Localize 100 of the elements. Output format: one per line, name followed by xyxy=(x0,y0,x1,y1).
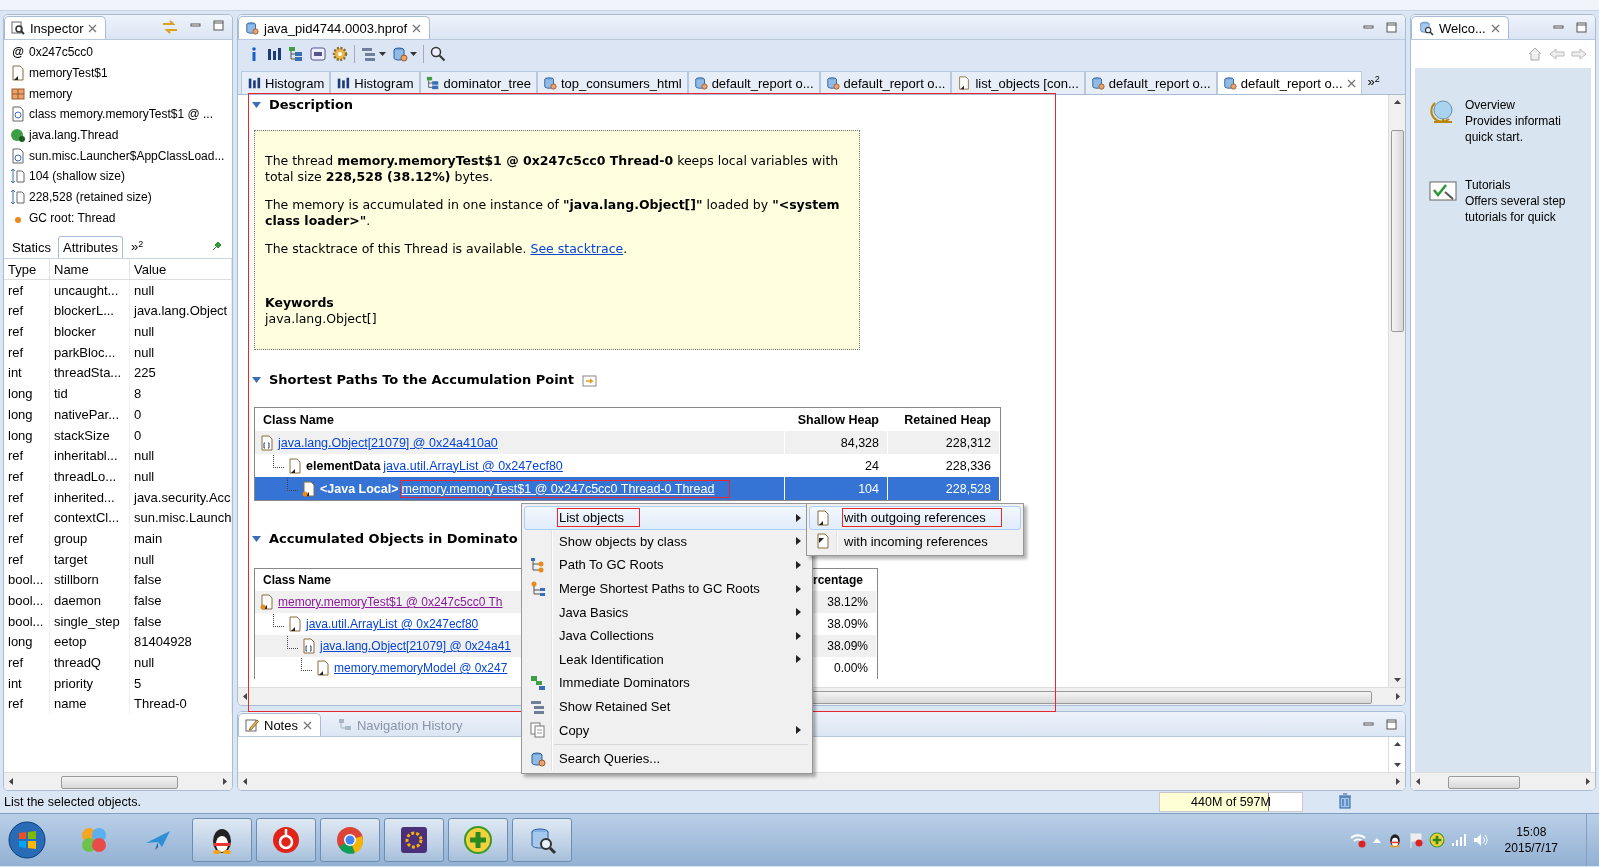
editor-tab[interactable]: java_pid4744.0003.hprof xyxy=(238,16,431,39)
column-header[interactable]: Value xyxy=(130,259,232,280)
start-button[interactable] xyxy=(8,821,46,859)
menu-item[interactable]: with incoming references xyxy=(809,529,1021,554)
taskbar-app[interactable] xyxy=(384,818,444,862)
maximize-icon[interactable] xyxy=(1386,21,1397,33)
menu-item[interactable]: Search Queries... xyxy=(524,746,810,771)
scroll-right-icon[interactable] xyxy=(1584,778,1591,785)
home-icon[interactable] xyxy=(1527,46,1543,62)
close-icon[interactable] xyxy=(1490,23,1500,33)
submenu-arrow-icon xyxy=(796,608,801,617)
menu-item[interactable]: with outgoing references xyxy=(809,506,1021,530)
menu-item[interactable]: Copy xyxy=(524,718,810,742)
taskbar-app[interactable] xyxy=(512,818,572,862)
panel-tab[interactable]: Statics xyxy=(7,236,56,259)
scrollbar-thumb[interactable] xyxy=(810,691,1372,704)
clock-date[interactable]: 2015/7/17 xyxy=(1504,840,1558,856)
object-link[interactable]: memory.memoryTest$1 @ 0x247c5cc0 Thread-0 Thread xyxy=(401,481,729,496)
clock-time[interactable]: 15:08 xyxy=(1516,824,1547,840)
object-link[interactable]: java.util.ArrayList @ 0x247ecf80 xyxy=(383,458,563,473)
table-cell: threadQ xyxy=(50,652,130,673)
object-link[interactable]: memory.memoryTest$1 @ 0x247c5cc0 Th xyxy=(278,595,503,609)
search-icon[interactable] xyxy=(430,46,446,62)
scrollbar-thumb[interactable] xyxy=(61,776,178,789)
section-heading[interactable]: Shortest Paths To the Accumulation Point xyxy=(269,372,575,387)
stacktrace-link[interactable]: See stacktrace xyxy=(530,241,624,256)
object-link[interactable]: java.lang.Object[21079] @ 0x24a41 xyxy=(320,639,511,653)
maximize-icon[interactable] xyxy=(213,20,224,31)
maximize-icon[interactable] xyxy=(1386,718,1397,730)
column-header[interactable]: Type xyxy=(4,259,50,280)
export-icon[interactable] xyxy=(582,372,599,387)
trash-icon[interactable] xyxy=(1338,793,1352,809)
welcome-tab[interactable]: Welco... xyxy=(1411,16,1509,39)
gear-icon[interactable] xyxy=(332,46,348,62)
table-row[interactable]: java.lang.Object[21079] @ 0x24a410a0 84,328 228,312 xyxy=(255,431,1000,454)
collapse-icon[interactable] xyxy=(252,376,261,383)
section-heading[interactable]: Accumulated Objects in Dominato xyxy=(269,531,518,546)
scroll-left-icon[interactable] xyxy=(242,778,249,785)
scrollbar-thumb[interactable] xyxy=(1448,776,1520,789)
menu-item[interactable]: Java Collections xyxy=(524,623,810,648)
welcome-link[interactable]: Tutorials xyxy=(1465,178,1566,192)
bar-chart-icon xyxy=(336,76,351,90)
dropdown-icon[interactable] xyxy=(410,51,417,57)
scroll-right-icon[interactable] xyxy=(1394,693,1401,700)
table-cell: stillborn xyxy=(50,569,130,591)
scroll-left-icon[interactable] xyxy=(1415,778,1422,785)
collapse-icon[interactable] xyxy=(252,535,261,542)
inspector-tab[interactable]: Inspector xyxy=(4,16,107,39)
section-heading[interactable]: Description xyxy=(269,97,354,112)
menu-item[interactable]: Show objects by class xyxy=(524,529,810,554)
menu-item[interactable]: Path To GC Roots xyxy=(524,553,810,577)
size-icon xyxy=(10,168,26,185)
scroll-right-icon[interactable] xyxy=(221,778,228,785)
scrollbar-thumb[interactable] xyxy=(1390,130,1404,332)
panel-tab[interactable]: Notes xyxy=(238,713,321,736)
close-icon[interactable] xyxy=(88,23,98,33)
table-cell: ref xyxy=(4,321,50,342)
panel-tab[interactable]: Attributes xyxy=(58,236,123,259)
report-tab[interactable]: default_report o... xyxy=(1084,71,1217,94)
report-tab[interactable]: Histogram xyxy=(330,71,420,94)
close-icon[interactable] xyxy=(412,23,422,33)
column-header[interactable]: Name xyxy=(50,259,130,280)
report-tab[interactable]: top_consumers_html xyxy=(536,71,688,94)
scroll-up-icon[interactable] xyxy=(1393,741,1401,748)
object-link[interactable]: memory.memoryModel @ 0x247 xyxy=(334,661,508,675)
scroll-left-icon[interactable] xyxy=(8,778,15,785)
object-link[interactable]: java.lang.Object[21079] @ 0x24a410a0 xyxy=(278,435,498,450)
menu-item[interactable]: Java Basics xyxy=(524,600,810,624)
scroll-right-icon[interactable] xyxy=(1394,778,1401,785)
table-cell: null xyxy=(130,445,232,467)
flag-icon[interactable] xyxy=(1408,832,1423,848)
collapse-icon[interactable] xyxy=(252,101,261,108)
report-tab[interactable]: default_report o... xyxy=(687,71,820,94)
report-tab[interactable]: default_report o... xyxy=(819,71,952,94)
report-tab[interactable]: list_objects [con... xyxy=(951,71,1085,94)
menu-item[interactable]: Leak Identification xyxy=(524,647,810,672)
database-icon xyxy=(1090,76,1105,90)
pin-icon[interactable] xyxy=(212,241,222,252)
report-tab[interactable]: dominator_tree xyxy=(419,71,537,94)
scroll-down-icon[interactable] xyxy=(1393,676,1401,683)
maximize-icon[interactable] xyxy=(1576,21,1587,33)
object-link[interactable]: java.util.ArrayList @ 0x247ecf80 xyxy=(306,617,479,631)
wifi-icon[interactable] xyxy=(1348,832,1367,848)
scroll-up-icon[interactable] xyxy=(1393,99,1401,106)
welcome-link[interactable]: Overview xyxy=(1465,98,1562,112)
close-icon[interactable] xyxy=(302,720,312,730)
menu-item[interactable]: Show Retained Set xyxy=(524,694,810,719)
query-icon[interactable] xyxy=(310,46,326,62)
report-tab[interactable]: Histogram xyxy=(241,71,331,94)
report-tab[interactable]: default_report o... xyxy=(1216,71,1362,94)
table-cell: single_step xyxy=(50,610,130,632)
menu-item[interactable]: Merge Shortest Paths to GC Roots xyxy=(524,576,810,601)
scroll-down-icon[interactable] xyxy=(1393,761,1401,768)
table-cell: ref xyxy=(4,528,50,549)
dropdown-icon[interactable] xyxy=(379,51,386,57)
close-icon[interactable] xyxy=(1346,78,1356,88)
table-row[interactable]: <Java Local> memory.memoryTest$1 @ 0x247c5cc0 Thread-0 Thread 104 228,528 xyxy=(255,477,1000,500)
scroll-left-icon[interactable] xyxy=(242,693,249,700)
taskbar-app[interactable] xyxy=(192,818,252,862)
menu-item[interactable]: Immediate Dominators xyxy=(524,671,810,695)
